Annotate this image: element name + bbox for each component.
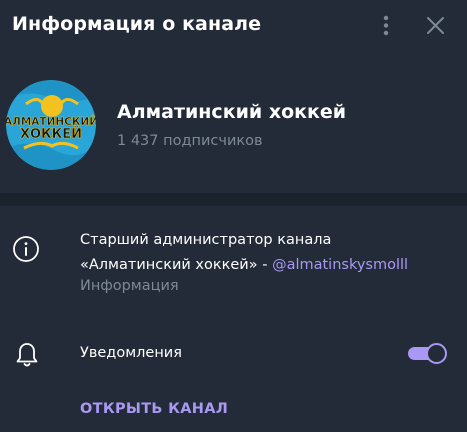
avatar-logo-icon: АЛМАТИНСКИЙ ХОККЕЙ: [6, 80, 96, 170]
info-caption: Информация: [80, 278, 179, 294]
description-line1: Старший администратор канала: [80, 232, 332, 248]
notifications-toggle[interactable]: [408, 343, 447, 364]
avatar-text-line2: ХОККЕЙ: [20, 126, 82, 142]
open-channel-button[interactable]: ОТКРЫТЬ КАНАЛ: [80, 401, 228, 417]
toggle-knob: [426, 343, 447, 364]
description-line2: «Алматинский хоккей» - @almatinskysmolll: [80, 253, 450, 278]
channel-description: Старший администратор канала «Алматински…: [80, 228, 450, 278]
channel-name: Алматинский хоккей: [117, 101, 347, 123]
admin-username-link[interactable]: @almatinskysmolll: [272, 257, 408, 273]
channel-profile: АЛМАТИНСКИЙ ХОККЕЙ Алматинский хоккей 1 …: [0, 70, 467, 190]
more-options-button[interactable]: [372, 12, 400, 40]
more-vertical-icon: [383, 15, 389, 36]
notifications-label: Уведомления: [80, 345, 182, 361]
description-line2-prefix: «Алматинский хоккей» -: [80, 257, 273, 273]
close-button[interactable]: [422, 12, 450, 40]
channel-avatar[interactable]: АЛМАТИНСКИЙ ХОККЕЙ: [6, 80, 96, 170]
header: Информация о канале: [0, 0, 467, 52]
bell-icon: [16, 343, 38, 367]
subscriber-count: 1 437 подписчиков: [117, 133, 263, 149]
info-icon: [13, 236, 39, 262]
panel-title: Информация о канале: [12, 13, 262, 35]
section-divider: [0, 193, 467, 206]
channel-info-panel: Информация о канале АЛМАТИНСКИЙ ХОККЕЙ А…: [0, 0, 467, 432]
close-icon: [427, 17, 444, 34]
